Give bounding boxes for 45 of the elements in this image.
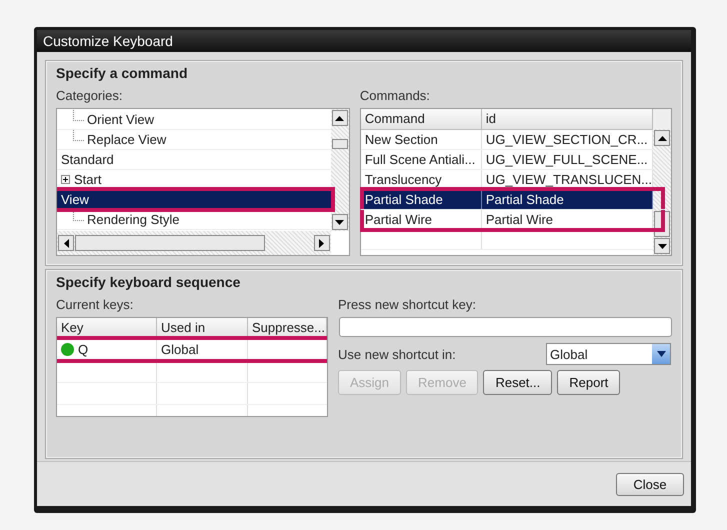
- arrow-down-icon[interactable]: [658, 244, 666, 248]
- window-title: Customize Keyboard: [37, 30, 691, 52]
- group-title: Specify a command: [56, 65, 188, 81]
- action-button[interactable]: Reset...: [483, 370, 552, 395]
- tree-item[interactable]: Rendering Style: [57, 210, 331, 230]
- column-header[interactable]: Suppresse...: [248, 318, 327, 338]
- scrollbar[interactable]: [653, 109, 671, 255]
- shortcut-field[interactable]: [339, 317, 672, 337]
- arrow-up-icon[interactable]: [658, 136, 666, 140]
- column-header[interactable]: Used in: [157, 318, 248, 338]
- scrollbar-thumb[interactable]: [75, 235, 265, 251]
- table-cell: Partial Shade: [360, 190, 482, 209]
- close-button[interactable]: Close: [616, 472, 684, 496]
- tree-item[interactable]: Start: [57, 170, 331, 190]
- header-corner: [653, 109, 671, 129]
- table-row[interactable]: Full Scene Antiali... UG_VIEW_FULL_SCENE...: [360, 150, 653, 170]
- table-cell: New Section: [360, 130, 482, 149]
- expand-icon[interactable]: [61, 175, 70, 184]
- horizontal-scrollbar[interactable]: [57, 231, 331, 255]
- field-label: Use new shortcut in:: [338, 346, 456, 362]
- scope-dropdown[interactable]: Global: [546, 343, 671, 365]
- field-label: Press new shortcut key:: [338, 297, 477, 312]
- arrow-up-icon[interactable]: [335, 116, 344, 120]
- arrow-left-icon[interactable]: [64, 238, 68, 248]
- table-cell: Partial Wire: [360, 210, 482, 229]
- column-header[interactable]: Key: [57, 318, 157, 338]
- column-header[interactable]: Command: [360, 109, 482, 129]
- table-row[interactable]: New Section UG_VIEW_SECTION_CR...: [360, 130, 653, 150]
- scrollbar[interactable]: [330, 109, 349, 231]
- table-cell: Global: [161, 342, 199, 357]
- arrow-down-icon[interactable]: [335, 220, 344, 224]
- action-button[interactable]: Report: [557, 370, 620, 395]
- field-label: Current keys:: [56, 297, 134, 312]
- table-cell: Translucency: [360, 170, 482, 189]
- field-label: Commands:: [360, 88, 431, 103]
- table-row[interactable]: Q Global: [57, 339, 327, 361]
- tree-item[interactable]: Standard: [57, 150, 331, 170]
- table-cell: Full Scene Antiali...: [360, 150, 482, 169]
- table-cell-text: Q: [78, 341, 88, 359]
- tree-item[interactable]: Orient View: [57, 110, 331, 130]
- arrow-right-icon[interactable]: [319, 238, 324, 248]
- scrollbar-thumb[interactable]: [332, 139, 348, 149]
- tree-item[interactable]: Replace View: [57, 130, 331, 150]
- field-label: Categories:: [56, 88, 124, 103]
- group-title: Specify keyboard sequence: [56, 274, 242, 290]
